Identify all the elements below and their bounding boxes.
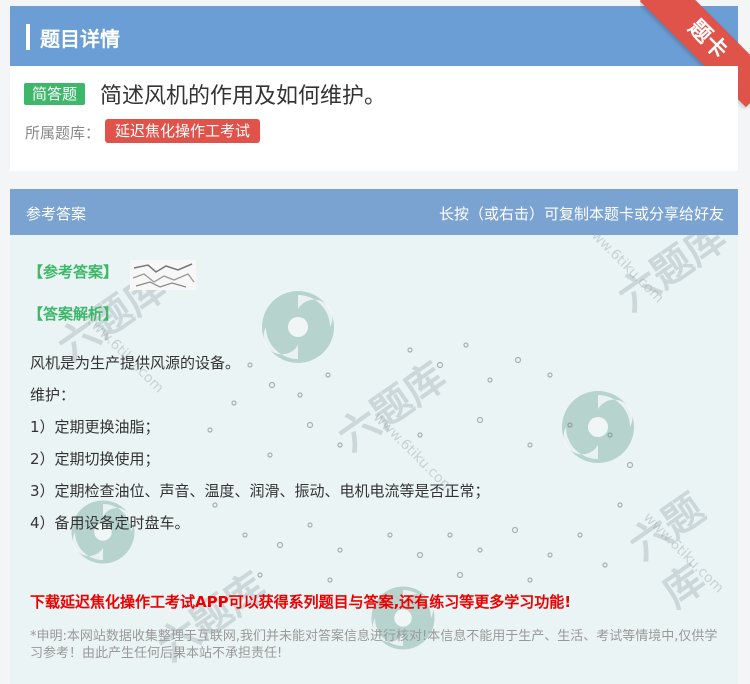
blurred-answer-image bbox=[130, 260, 196, 290]
answer-section-title: 参考答案 bbox=[26, 205, 87, 223]
app-download-promo[interactable]: 下载延迟焦化操作工考试APP可以获得系列题目与答案,还有练习等更多学习功能! bbox=[30, 591, 571, 612]
question-type-tag: 简答题 bbox=[24, 83, 86, 105]
reference-answer-label: 【参考答案】 bbox=[28, 263, 119, 281]
watermark-swirl-icon bbox=[562, 391, 634, 463]
answer-line: 1）定期更换油脂； bbox=[30, 418, 160, 436]
answer-header: 参考答案 长按（或右击）可复制本题卡或分享给好友 bbox=[10, 189, 738, 235]
answer-line: 维护： bbox=[30, 386, 76, 404]
answer-line: 3）定期检查油位、声音、温度、润滑、振动、电机电流等是否正常； bbox=[30, 482, 490, 500]
share-hint: 长按（或右击）可复制本题卡或分享给好友 bbox=[438, 205, 724, 223]
page-title: 题目详情 bbox=[40, 27, 120, 51]
answer-line: 2）定期切换使用； bbox=[30, 450, 160, 468]
answer-analysis-label: 【答案解析】 bbox=[28, 305, 119, 323]
watermark-swirl-icon bbox=[262, 291, 334, 363]
answer-line: 4）备用设备定时盘车。 bbox=[30, 514, 190, 532]
question-bank-tag[interactable]: 延迟焦化操作工考试 bbox=[105, 119, 261, 143]
question-text: 简述风机的作用及如何维护。 bbox=[100, 84, 387, 109]
header-accent-bar bbox=[26, 24, 30, 50]
page-header: 题目详情 bbox=[10, 6, 738, 66]
watermark-brand: 六题库 bbox=[621, 485, 714, 617]
disclaimer-text: *申明:本网站数据收集整理于互联网,我们并未能对答案信息进行核对!本信息不能用于… bbox=[30, 629, 718, 661]
watermark-url: www.6tiku.com bbox=[639, 509, 727, 597]
watermark-brand: 六题库 bbox=[329, 354, 455, 461]
watermark-brand: 六题库 bbox=[609, 235, 735, 321]
answer-line: 风机是为生产提供风源的设备。 bbox=[30, 354, 241, 372]
question-card: 简答题 简述风机的作用及如何维护。 所属题库： 延迟焦化操作工考试 bbox=[10, 66, 738, 171]
question-bank-label: 所属题库： bbox=[25, 124, 101, 142]
answer-body: 六题库 六题库 六题库 六题库 六题库 www.6tiku.com www.6t… bbox=[10, 235, 738, 684]
watermark-url: www.6tiku.com bbox=[579, 235, 667, 307]
